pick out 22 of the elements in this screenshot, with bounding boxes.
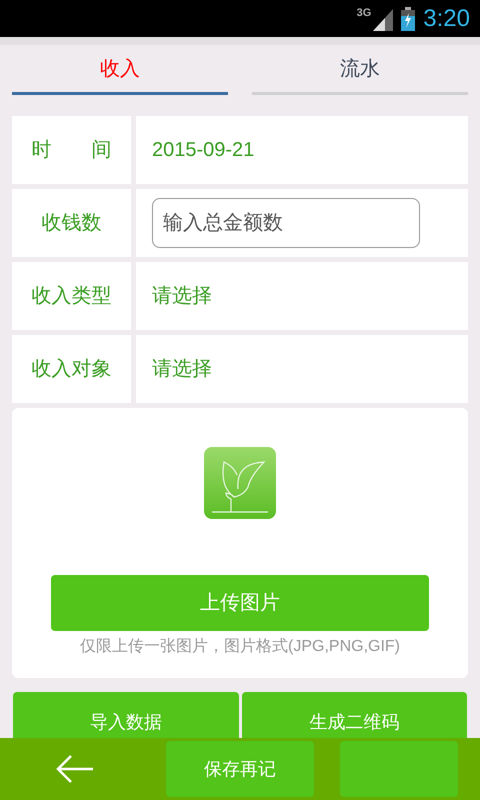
field-value[interactable]: 请选择 <box>152 354 212 384</box>
save-and-continue-button[interactable]: 保存再记 <box>166 741 314 797</box>
back-arrow-icon <box>55 754 95 784</box>
field-label: 收入对象 <box>32 357 112 382</box>
field-value[interactable]: 2015-09-21 <box>152 135 254 165</box>
action-button[interactable]: 生成二维码 <box>242 692 467 738</box>
battery-charging-icon <box>401 6 416 30</box>
bottom-action-button[interactable] <box>340 741 458 797</box>
tab[interactable]: 收入 <box>12 45 228 95</box>
signal-icon <box>371 6 394 30</box>
sprout-icon <box>204 447 276 519</box>
field-value[interactable]: 请选择 <box>152 281 212 311</box>
network-label: 3G <box>356 8 372 18</box>
action-button[interactable]: 导入数据 <box>13 692 238 738</box>
tab[interactable]: 流水 <box>252 45 468 95</box>
amount-input[interactable]: 输入总金额数 <box>152 198 420 248</box>
field-label: 收入类型 <box>32 284 112 309</box>
upload-hint: 仅限上传一张图片，图片格式(JPG,PNG,GIF) <box>80 636 400 657</box>
clock: 3:20 <box>423 4 470 34</box>
upload-image-button[interactable]: 上传图片 <box>51 575 429 631</box>
field-label: 收钱数 <box>42 211 102 236</box>
field-label: 时 间 <box>32 138 112 163</box>
